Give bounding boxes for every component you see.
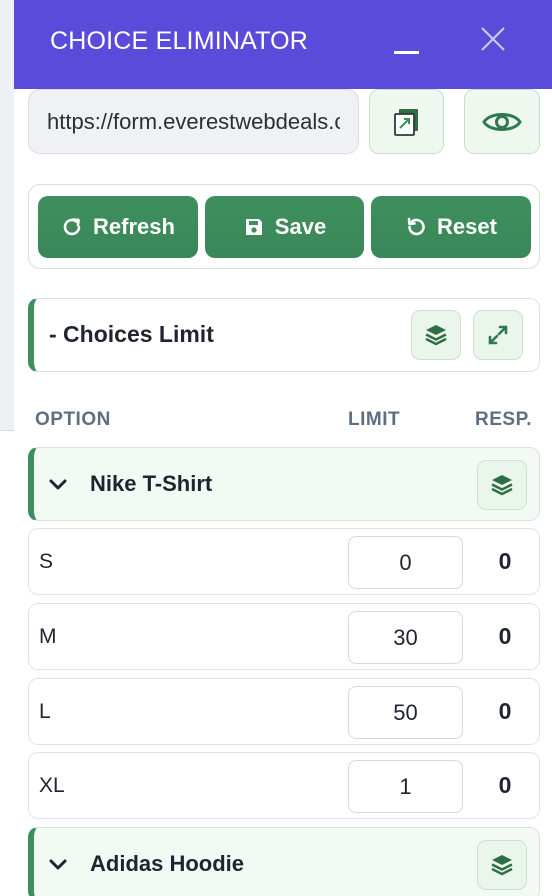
- copy-link-icon: [393, 108, 418, 136]
- option-row: S 0: [28, 528, 540, 595]
- column-header-option: OPTION: [35, 409, 111, 430]
- save-label: Save: [274, 214, 327, 239]
- undo-icon: [407, 217, 425, 236]
- limit-input[interactable]: [348, 760, 463, 813]
- option-row: L 0: [28, 678, 540, 745]
- minimize-icon: [394, 51, 419, 54]
- minimize-button[interactable]: [392, 30, 422, 60]
- refresh-button[interactable]: Refresh: [38, 196, 198, 258]
- save-button[interactable]: Save: [205, 196, 364, 258]
- section-title: - Choices Limit: [49, 321, 214, 347]
- title-bar: CHOICE ELIMINATOR: [14, 0, 552, 89]
- preview-button[interactable]: [464, 89, 540, 154]
- save-icon: [245, 219, 262, 235]
- reset-button[interactable]: Reset: [371, 196, 531, 258]
- group-layers-button[interactable]: [477, 840, 527, 890]
- expand-button[interactable]: [473, 310, 523, 360]
- refresh-label: Refresh: [93, 214, 175, 239]
- choices-limit-section: - Choices Limit: [28, 298, 540, 372]
- group-name: Nike T-Shirt: [90, 471, 213, 496]
- eye-icon: [482, 112, 522, 131]
- response-count: 0: [498, 623, 512, 649]
- option-name: S: [39, 550, 54, 573]
- option-name: M: [39, 625, 57, 648]
- action-toolbar: Refresh Save Reset: [28, 184, 540, 269]
- app-title: CHOICE ELIMINATOR: [50, 27, 309, 55]
- response-count: 0: [498, 698, 512, 724]
- close-button[interactable]: [478, 24, 508, 54]
- limit-input[interactable]: [348, 686, 463, 739]
- layers-icon: [491, 855, 513, 876]
- reset-label: Reset: [437, 214, 497, 239]
- form-url-row: [28, 89, 552, 155]
- response-count: 0: [498, 548, 512, 574]
- chevron-down-icon: [49, 479, 67, 490]
- column-header-limit: LIMIT: [348, 409, 401, 430]
- chevron-down-icon: [49, 859, 67, 870]
- option-row: M 0: [28, 603, 540, 670]
- layers-icon: [425, 325, 447, 346]
- group-name: Adidas Hoodie: [90, 851, 245, 876]
- layers-button[interactable]: [411, 310, 461, 360]
- group-header-adidas-hoodie[interactable]: Adidas Hoodie: [28, 827, 540, 896]
- response-count: 0: [498, 772, 512, 798]
- limit-input[interactable]: [348, 536, 463, 589]
- group-header-nike-t-shirt[interactable]: Nike T-Shirt: [28, 447, 540, 521]
- close-icon: [481, 27, 505, 51]
- background-page-edge: [0, 0, 14, 896]
- refresh-icon: [63, 218, 81, 236]
- group-layers-button[interactable]: [477, 460, 527, 510]
- copy-link-button[interactable]: [369, 89, 444, 154]
- form-url-input[interactable]: [28, 89, 359, 154]
- limit-input[interactable]: [348, 611, 463, 664]
- option-name: L: [39, 700, 51, 723]
- option-row: XL 0: [28, 752, 540, 819]
- column-header-responses: RESP.: [475, 409, 533, 430]
- layers-icon: [491, 475, 513, 496]
- background-page-block: [0, 430, 14, 896]
- option-name: XL: [39, 774, 65, 797]
- expand-icon: [488, 325, 508, 345]
